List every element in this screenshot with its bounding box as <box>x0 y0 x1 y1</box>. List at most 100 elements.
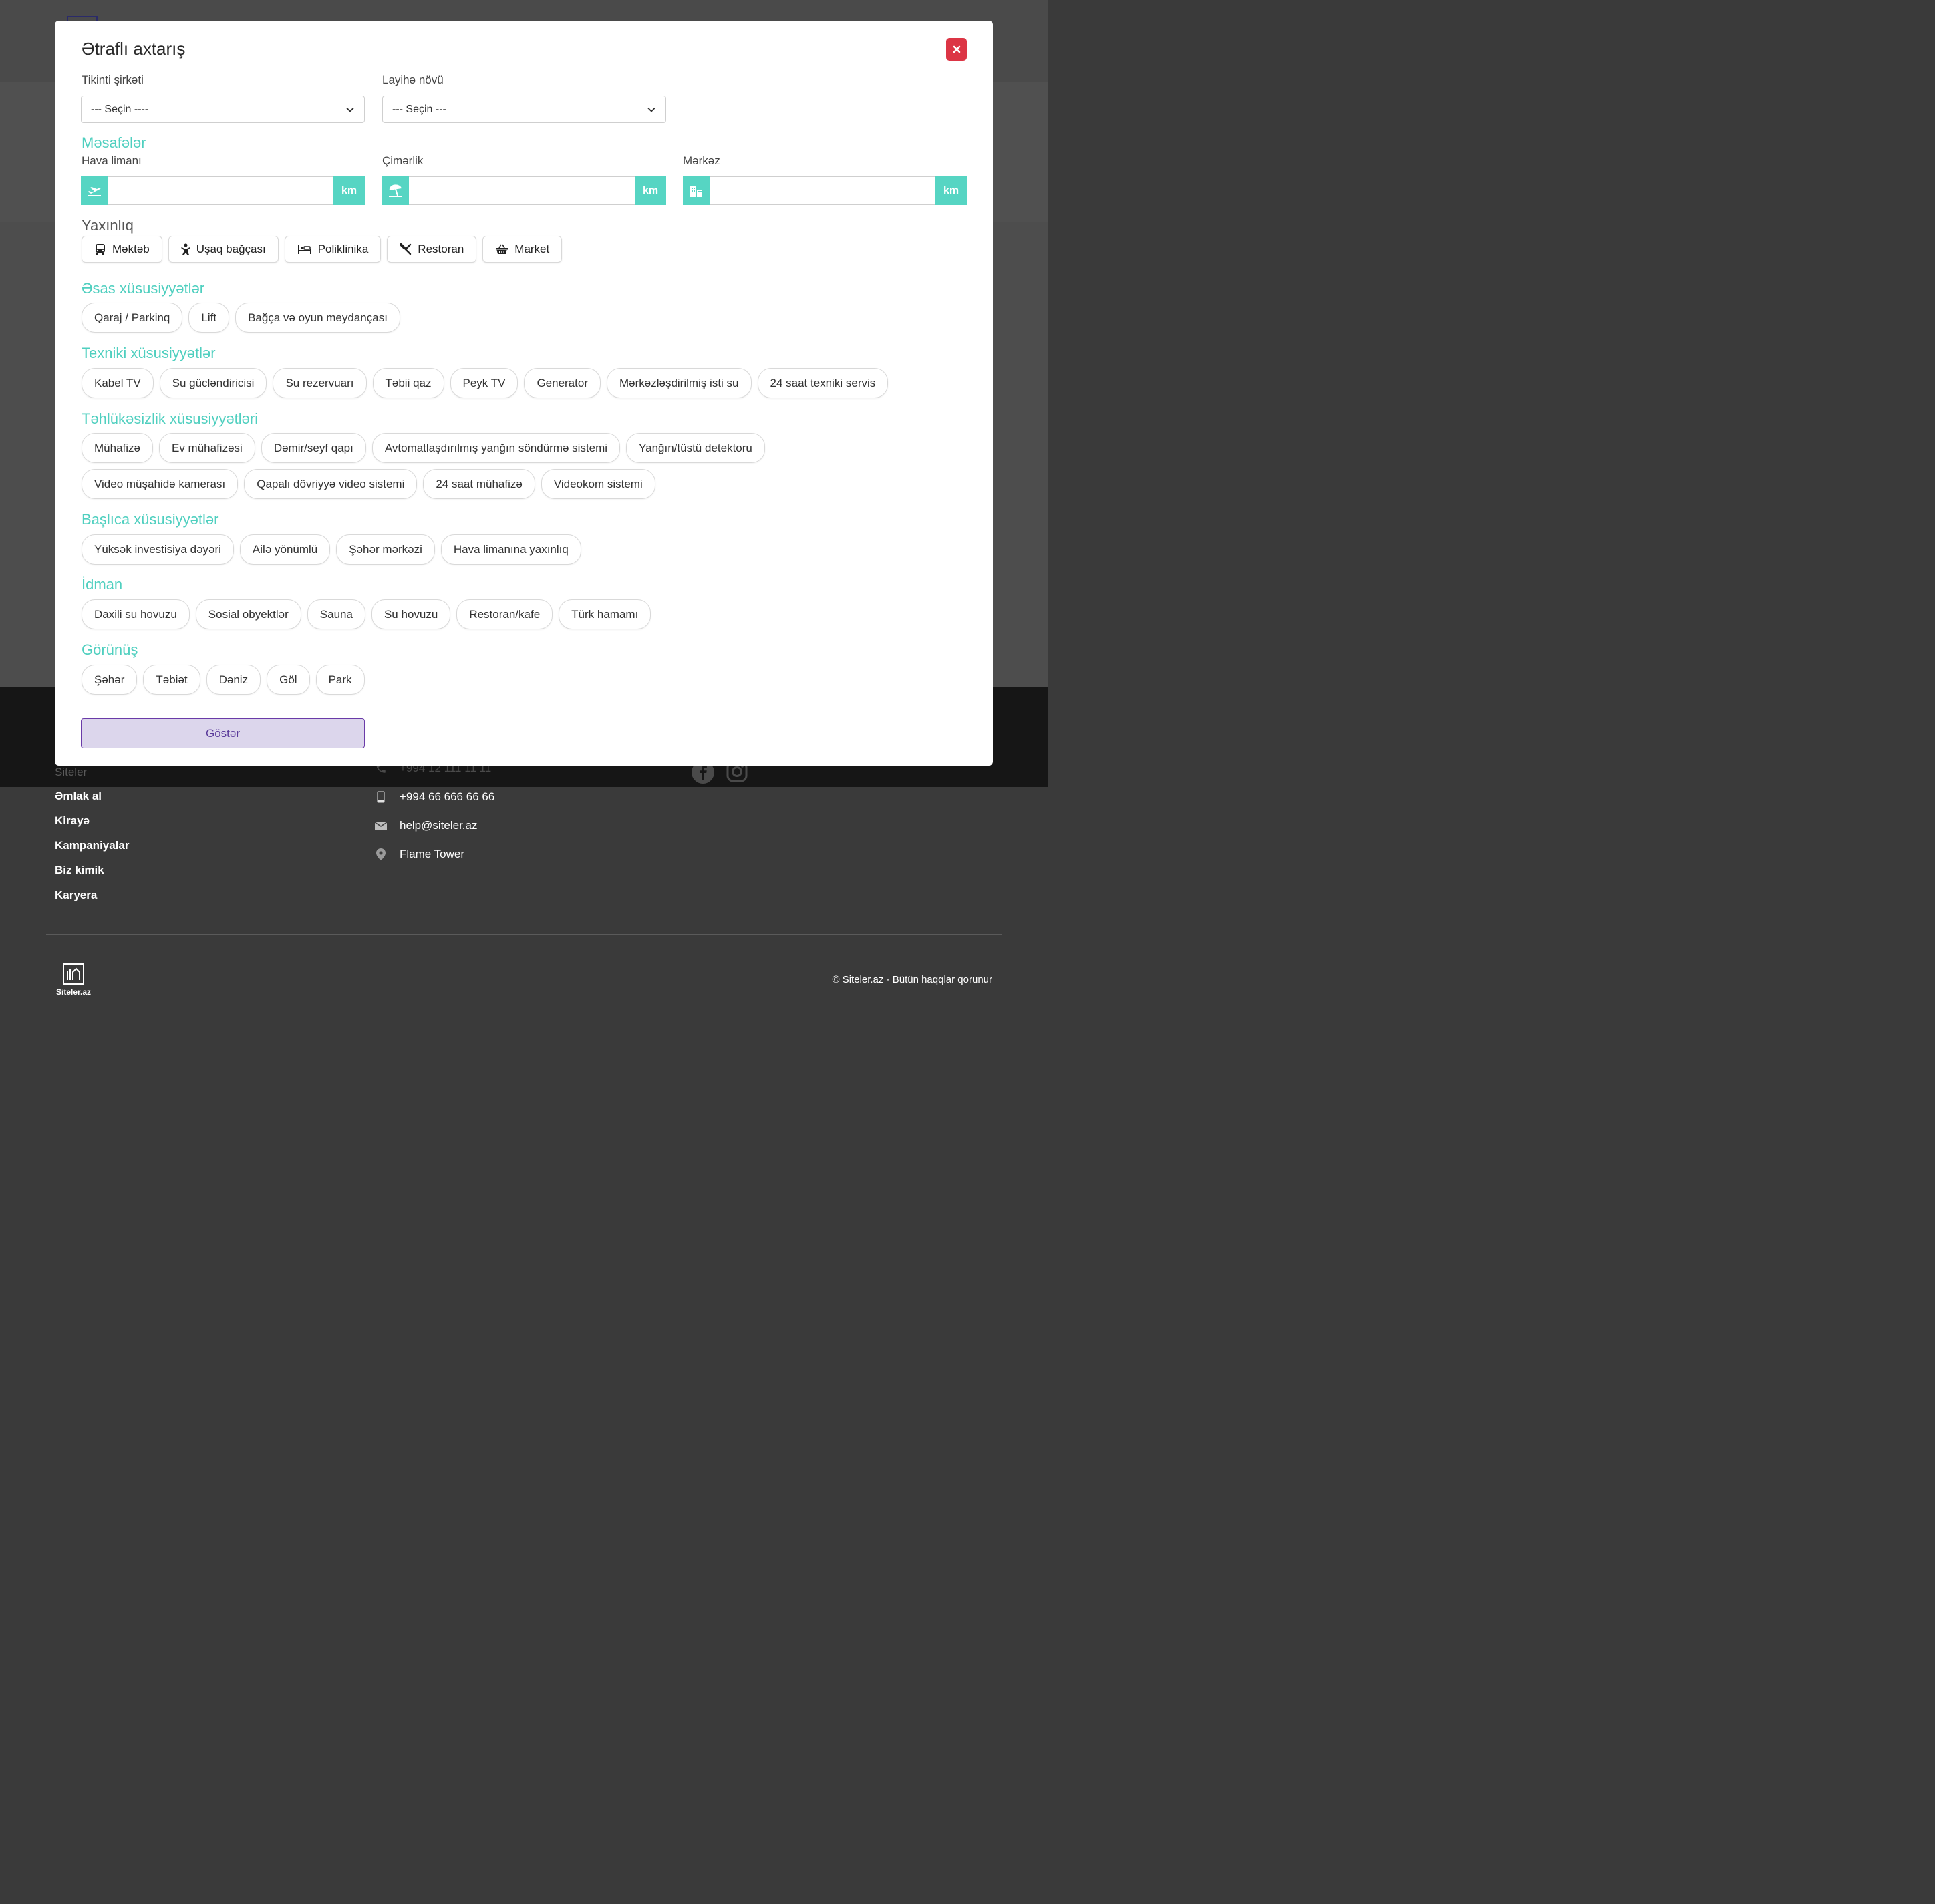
feature-chip[interactable]: Bağça və oyun meydançası <box>235 303 400 333</box>
airport-label: Hava limanı <box>82 154 142 167</box>
feature-chip[interactable]: Video müşahidə kamerası <box>82 469 239 499</box>
feature-chip[interactable]: Yanğın/tüstü detektoru <box>626 433 765 463</box>
show-results-button[interactable]: Göstər <box>81 718 365 748</box>
footer-heading: Siteler <box>55 766 88 778</box>
project-type-select[interactable]: --- Seçin --- <box>382 96 666 123</box>
feature-chip[interactable]: Mühafizə <box>82 433 153 463</box>
airport-distance-input[interactable] <box>108 176 333 205</box>
view-options: Şəhər Təbiət Dəniz Göl Park <box>82 665 365 695</box>
beach-unit: km <box>635 176 666 205</box>
nearby-heading: Yaxınlıq <box>82 217 134 234</box>
feature-chip[interactable]: Qapalı dövriyyə video sistemi <box>244 469 418 499</box>
feature-chip[interactable]: Yüksək investisiya dəyəri <box>82 534 234 565</box>
shopping-basket-icon <box>496 244 508 254</box>
nearby-market[interactable]: Market <box>482 236 563 263</box>
feature-chip[interactable]: Ailə yönümlü <box>239 534 331 565</box>
feature-chip[interactable]: Su gücləndiricisi <box>159 368 267 398</box>
beach-distance-input[interactable] <box>409 176 635 205</box>
utensils-icon <box>400 243 412 255</box>
feature-chip[interactable]: Su hovuzu <box>371 599 451 629</box>
company-select-value: --- Seçin ---- <box>91 103 149 115</box>
feature-chip[interactable]: Su rezervuarı <box>273 368 367 398</box>
close-icon <box>953 45 960 53</box>
brand-name: Siteler.az <box>55 987 92 997</box>
sport-heading: İdman <box>82 576 123 593</box>
footer-phone-mobile[interactable]: +994 66 666 66 66 <box>400 790 494 804</box>
nearby-school[interactable]: Məktəb <box>82 236 162 263</box>
nearby-clinic[interactable]: Poliklinika <box>284 236 382 263</box>
feature-chip[interactable]: Daxili su hovuzu <box>82 599 190 629</box>
feature-chip[interactable]: Türk hamamı <box>559 599 651 629</box>
key-features-options: Yüksək investisiya dəyəri Ailə yönümlü Ş… <box>82 534 581 565</box>
map-pin-icon <box>374 848 388 861</box>
feature-chip[interactable]: Təbiət <box>143 665 200 695</box>
nearby-clinic-label: Poliklinika <box>317 243 369 255</box>
footer-link-rent[interactable]: Kirayə <box>55 814 130 828</box>
feature-chip[interactable]: Avtomatlaşdırılmış yanğın söndürmə siste… <box>371 433 621 463</box>
feature-chip[interactable]: Dəniz <box>206 665 261 695</box>
main-features-options: Qaraj / Parkinq Lift Bağça və oyun meyda… <box>82 303 400 333</box>
bus-icon <box>96 244 105 255</box>
city-icon <box>683 176 710 205</box>
center-distance-input[interactable] <box>710 176 935 205</box>
company-label: Tikinti şirkəti <box>82 73 144 86</box>
nearby-kindergarten[interactable]: Uşaq bağçası <box>168 236 279 263</box>
copyright-text: © Siteler.az - Bütün haqqlar qorunur <box>832 974 992 985</box>
footer-mobile-row: +994 66 666 66 66 <box>374 790 494 804</box>
footer <box>0 787 1048 1031</box>
footer-contacts: +994 12 111 11 11 +994 66 666 66 66 help… <box>374 762 494 877</box>
modal-title: Ətraflı axtarış <box>82 39 186 59</box>
airport-distance-group: km <box>81 176 365 205</box>
technical-features-options: Kabel TV Su gücləndiricisi Su rezervuarı… <box>82 368 889 398</box>
advanced-search-modal: Ətraflı axtarış Tikinti şirkəti --- Seçi… <box>55 21 993 766</box>
feature-chip[interactable]: Göl <box>267 665 310 695</box>
footer-link-campaigns[interactable]: Kampaniyalar <box>55 839 130 852</box>
project-type-select-value: --- Seçin --- <box>392 103 446 115</box>
footer-link-about[interactable]: Biz kimik <box>55 864 130 877</box>
child-icon <box>180 243 190 255</box>
footer-email[interactable]: help@siteler.az <box>400 819 478 832</box>
envelope-icon <box>374 819 388 832</box>
chevron-down-icon <box>346 107 354 112</box>
feature-chip[interactable]: Sauna <box>307 599 365 629</box>
beach-umbrella-icon <box>382 176 409 205</box>
sport-options: Daxili su hovuzu Sosial obyektlər Sauna … <box>82 599 651 629</box>
feature-chip[interactable]: Lift <box>188 303 230 333</box>
company-select[interactable]: --- Seçin ---- <box>81 96 365 123</box>
footer-link-career[interactable]: Karyera <box>55 889 130 902</box>
feature-chip[interactable]: Təbii qaz <box>372 368 444 398</box>
feature-chip[interactable]: Hava limanına yaxınlıq <box>440 534 581 565</box>
feature-chip[interactable]: Kabel TV <box>82 368 154 398</box>
center-unit: km <box>935 176 967 205</box>
feature-chip[interactable]: Mərkəzləşdirilmiş isti su <box>606 368 752 398</box>
airport-unit: km <box>333 176 365 205</box>
feature-chip[interactable]: Sosial obyektlər <box>195 599 301 629</box>
nearby-restaurant[interactable]: Restoran <box>387 236 477 263</box>
security-features-options-row2: Video müşahidə kamerası Qapalı dövriyyə … <box>82 469 655 499</box>
nearby-restaurant-label: Restoran <box>418 243 464 255</box>
feature-chip[interactable]: 24 saat mühafizə <box>423 469 535 499</box>
footer-email-row: help@siteler.az <box>374 819 494 832</box>
feature-chip[interactable]: Videokom sistemi <box>541 469 655 499</box>
feature-chip[interactable]: Restoran/kafe <box>456 599 553 629</box>
feature-chip[interactable]: Şəhər <box>82 665 138 695</box>
feature-chip[interactable]: Peyk TV <box>450 368 518 398</box>
feature-chip[interactable]: 24 saat texniki servis <box>757 368 889 398</box>
feature-chip[interactable]: Generator <box>524 368 601 398</box>
nearby-school-label: Məktəb <box>112 243 150 255</box>
feature-chip[interactable]: Şəhər mərkəzi <box>336 534 435 565</box>
feature-chip[interactable]: Ev mühafizəsi <box>158 433 255 463</box>
nearby-kindergarten-label: Uşaq bağçası <box>196 243 266 255</box>
plane-departure-icon <box>81 176 108 205</box>
feature-chip[interactable]: Park <box>315 665 365 695</box>
nearby-market-label: Market <box>514 243 550 255</box>
center-distance-group: km <box>683 176 967 205</box>
footer-link-buy[interactable]: Əmlak al <box>55 790 130 803</box>
beach-distance-group: km <box>382 176 666 205</box>
close-button[interactable] <box>946 38 967 61</box>
center-label: Mərkəz <box>683 154 720 167</box>
footer-links: Siteler Əmlak al Kirayə Kampaniyalar Biz… <box>55 766 130 913</box>
footer-brand[interactable]: Siteler.az <box>55 963 92 997</box>
feature-chip[interactable]: Qaraj / Parkinq <box>82 303 183 333</box>
feature-chip[interactable]: Dəmir/seyf qapı <box>261 433 366 463</box>
